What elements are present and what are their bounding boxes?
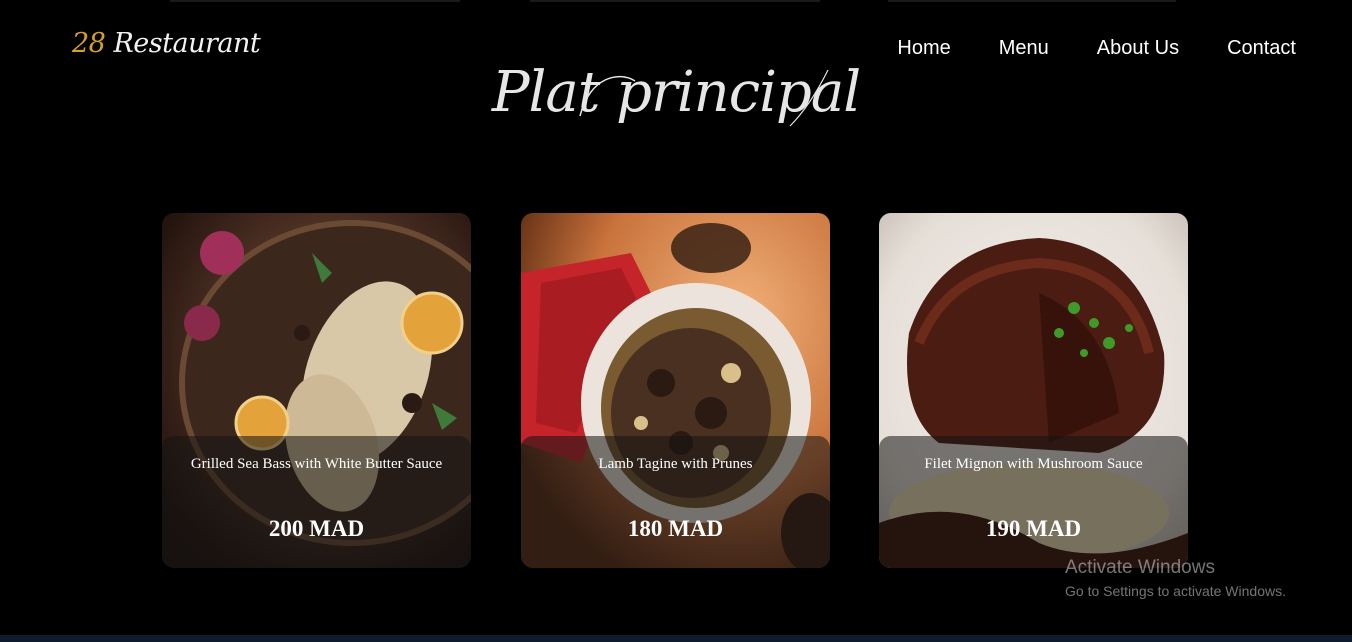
activate-windows-watermark: Activate Windows Go to Settings to activ…	[1065, 557, 1286, 599]
dish-name: Grilled Sea Bass with White Butter Sauce	[190, 456, 443, 472]
dish-name: Filet Mignon with Mushroom Sauce	[924, 456, 1143, 472]
brand-logo[interactable]: 28 Restaurant	[72, 28, 261, 59]
brand-name: Restaurant	[113, 28, 261, 59]
dish-price: 180 MAD	[627, 516, 724, 541]
nav-item-about-us[interactable]: About Us	[1097, 37, 1179, 60]
taskbar-edge	[0, 635, 1352, 642]
dish-card[interactable]: Lamb Tagine with Prunes 180 MAD	[521, 213, 830, 568]
dish-price: 200 MAD	[268, 516, 365, 541]
dish-price: 190 MAD	[985, 516, 1082, 541]
main-nav: Home Menu About Us Contact	[849, 37, 1296, 60]
top-decoration	[0, 0, 1352, 2]
nav-item-menu[interactable]: Menu	[999, 37, 1049, 60]
nav-item-contact[interactable]: Contact	[1227, 37, 1296, 60]
dish-card[interactable]: Grilled Sea Bass with White Butter Sauce…	[162, 213, 471, 568]
watermark-subtitle: Go to Settings to activate Windows.	[1065, 583, 1286, 599]
watermark-title: Activate Windows	[1065, 557, 1215, 578]
dish-card[interactable]: Filet Mignon with Mushroom Sauce 190 MAD	[879, 213, 1188, 568]
dish-name: Lamb Tagine with Prunes	[598, 456, 753, 472]
nav-item-home[interactable]: Home	[897, 37, 950, 60]
page-title: Plat principal	[491, 60, 861, 125]
brand-number: 28	[72, 28, 106, 59]
